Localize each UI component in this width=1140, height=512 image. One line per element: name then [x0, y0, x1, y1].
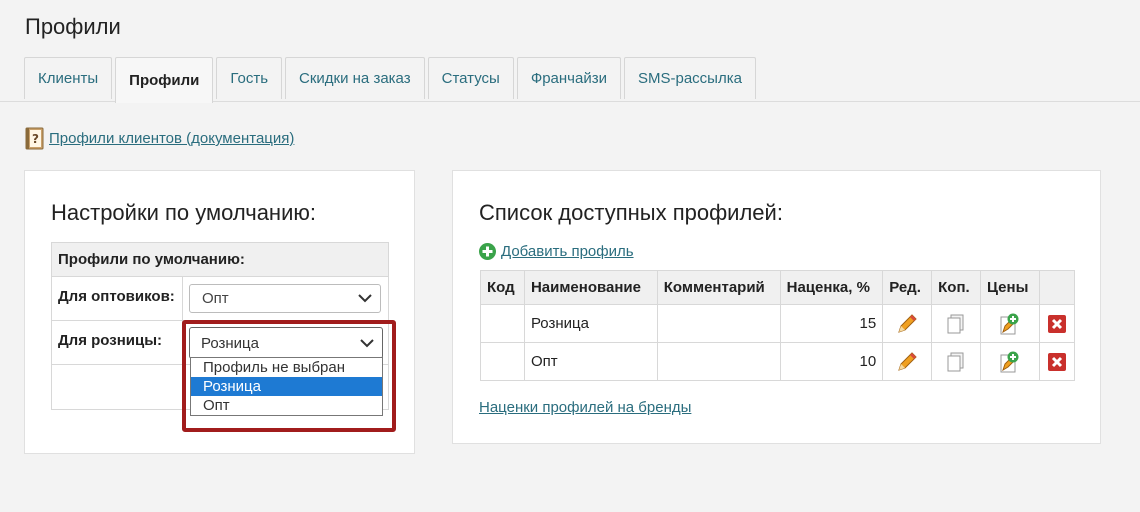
row-comment	[656, 342, 781, 381]
wholesale-profile-select[interactable]: Опт	[189, 284, 381, 313]
pencil-icon[interactable]	[896, 313, 918, 335]
tab-guest[interactable]: Гость	[216, 57, 283, 99]
pencil-icon[interactable]	[896, 351, 918, 373]
prices-icon[interactable]	[998, 350, 1022, 374]
table-row: Опт 10	[480, 342, 1076, 381]
option-retail[interactable]: Розница	[191, 377, 382, 396]
column-code: Код	[480, 270, 525, 305]
tab-statuses[interactable]: Статусы	[427, 57, 514, 99]
tab-order-discounts[interactable]: Скидки на заказ	[285, 57, 425, 99]
row-code	[480, 304, 525, 343]
tab-profiles[interactable]: Профили	[115, 57, 214, 103]
tab-clients[interactable]: Клиенты	[24, 57, 113, 99]
tab-sms-mailing[interactable]: SMS-рассылка	[623, 57, 756, 99]
retail-label: Для розницы:	[51, 320, 183, 365]
copy-icon[interactable]	[945, 313, 967, 335]
add-profile-row: Добавить профиль	[479, 243, 634, 260]
chevron-down-icon	[358, 294, 372, 303]
add-profile-link[interactable]: Добавить профиль	[501, 243, 634, 260]
documentation-link-row: ? Профили клиентов (документация)	[24, 127, 294, 150]
profiles-table: Код Наименование Комментарий Наценка, % …	[480, 270, 1076, 381]
documentation-link[interactable]: Профили клиентов (документация)	[49, 130, 294, 147]
tab-bar: Клиенты Профили Гость Скидки на заказ Ст…	[24, 57, 756, 103]
default-profiles-header: Профили по умолчанию:	[51, 242, 389, 277]
row-comment	[656, 304, 781, 343]
delete-icon[interactable]	[1047, 352, 1067, 372]
row-markup: 10	[779, 342, 884, 381]
profiles-list-heading: Список доступных профилей:	[479, 200, 783, 225]
page-title: Профили	[25, 14, 121, 39]
option-no-profile[interactable]: Профиль не выбран	[191, 358, 382, 377]
column-delete	[1038, 270, 1076, 305]
brands-link-row: Наценки профилей на бренды	[479, 399, 691, 417]
tab-franchisees[interactable]: Франчайзи	[516, 57, 621, 99]
retail-profile-dropdown: Профиль не выбран Розница Опт	[190, 357, 383, 416]
book-icon: ?	[24, 127, 45, 150]
option-wholesale[interactable]: Опт	[191, 396, 382, 415]
row-markup: 15	[779, 304, 884, 343]
column-copy: Коп.	[931, 270, 982, 305]
profiles-table-header: Код Наименование Комментарий Наценка, % …	[480, 270, 1076, 305]
chevron-down-icon	[360, 338, 374, 347]
row-code	[480, 342, 525, 381]
retail-profile-select[interactable]: Розница	[189, 327, 383, 359]
svg-text:?: ?	[32, 132, 39, 146]
column-name: Наименование	[523, 270, 658, 305]
delete-icon[interactable]	[1047, 314, 1067, 334]
copy-icon[interactable]	[945, 351, 967, 373]
wholesale-label: Для оптовиков:	[51, 276, 183, 321]
brand-markups-link[interactable]: Наценки профилей на бренды	[479, 399, 691, 416]
header-area: Профили Клиенты Профили Гость Скидки на …	[0, 0, 1140, 103]
profiles-list-panel: Список доступных профилей: Добавить проф…	[452, 170, 1101, 444]
default-settings-heading: Настройки по умолчанию:	[51, 200, 316, 225]
column-prices: Цены	[980, 270, 1040, 305]
column-markup: Наценка, %	[779, 270, 884, 305]
row-name: Розница	[523, 304, 658, 343]
table-row: Розница 15	[480, 304, 1076, 343]
row-name: Опт	[523, 342, 658, 381]
wholesale-selected-value: Опт	[202, 290, 229, 307]
retail-selected-value: Розница	[201, 334, 259, 352]
column-comment: Комментарий	[656, 270, 781, 305]
column-edit: Ред.	[882, 270, 933, 305]
default-settings-panel: Настройки по умолчанию: Профили по умолч…	[24, 170, 415, 454]
plus-circle-icon[interactable]	[479, 243, 496, 260]
prices-icon[interactable]	[998, 312, 1022, 336]
